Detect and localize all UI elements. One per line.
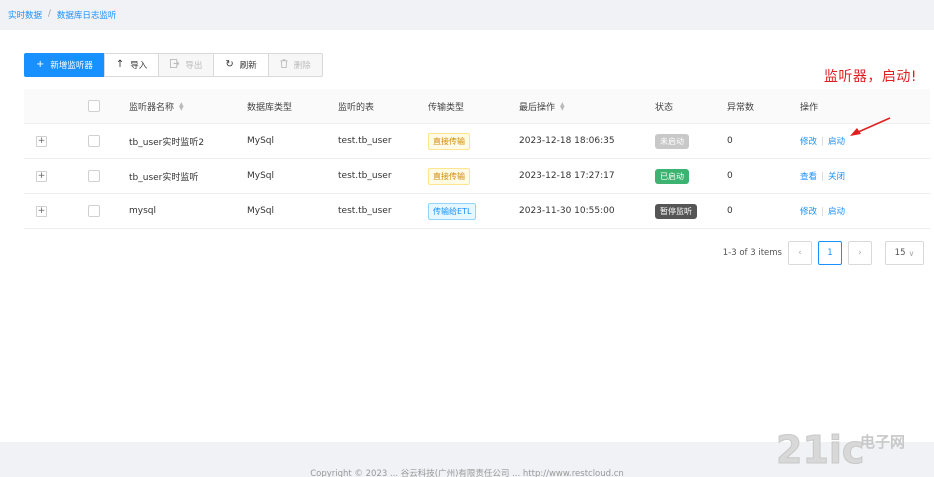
table-name: test.tb_user — [338, 136, 392, 146]
row-actions: 修改 启动 — [800, 205, 845, 217]
expand-row-button[interactable]: + — [36, 135, 47, 147]
chevron-down-icon: ∨ — [908, 248, 915, 258]
watermark-logo: 21ic 电子网 — [776, 428, 924, 473]
listener-name: tb_user实时监听 — [129, 172, 199, 183]
refresh-label: 刷新 — [239, 61, 257, 71]
header-table: 监听的表 — [338, 102, 375, 113]
listener-table: 监听器名称 ▲ ▼ 数据库类型 监听的表 传输类型 最后操作 ▲ ▼ 状态 异常数 操作… — [24, 89, 930, 229]
error-count: 0 — [727, 171, 733, 181]
toolbar: + 新增监听器 ↑ 导入 导出 ↻ 刷新 删除 — [24, 53, 323, 77]
page-number-button[interactable]: 1 — [818, 241, 842, 265]
chevron-right-icon: › — [858, 248, 862, 258]
row-checkbox[interactable] — [88, 205, 100, 217]
action-divider — [822, 206, 824, 216]
edit-link[interactable]: 修改 — [800, 135, 817, 147]
add-listener-label: 新增监听器 — [50, 61, 93, 71]
listener-name: tb_user实时监听2 — [129, 137, 205, 148]
header-last-op[interactable]: 最后操作 ▲ ▼ — [519, 100, 565, 113]
transfer-tag: 传输给ETL — [428, 202, 477, 220]
transfer-tag: 直接传输 — [428, 132, 470, 150]
breadcrumb-root-link[interactable]: 实时数据 — [8, 9, 42, 21]
status-badge: 未启动 — [655, 133, 689, 149]
db-type: MySql — [247, 171, 275, 181]
refresh-icon: ↻ — [225, 59, 234, 70]
annotation-text: 监听器，启动! — [823, 69, 917, 85]
export-label: 导出 — [185, 61, 203, 71]
status-badge: 已启动 — [655, 168, 689, 184]
pagination-summary: 1-3 of 3 items — [722, 248, 782, 258]
expand-row-button[interactable]: + — [36, 170, 47, 182]
header-name[interactable]: 监听器名称 ▲ ▼ — [129, 100, 184, 113]
select-all-checkbox[interactable] — [88, 100, 100, 112]
edit-link[interactable]: 修改 — [800, 205, 817, 217]
listener-name: mysql — [129, 206, 156, 216]
db-type: MySql — [247, 206, 275, 216]
header-errors: 异常数 — [727, 102, 755, 113]
last-op-time: 2023-12-18 18:06:35 — [519, 136, 615, 146]
table-row: + mysql MySql test.tb_user 传输给ETL 2023-1… — [24, 194, 930, 229]
pagination: 1-3 of 3 items ‹ 1 › 15 ∨ — [723, 241, 924, 265]
expand-row-button[interactable]: + — [36, 205, 47, 217]
table-row: + tb_user实时监听2 MySql test.tb_user 直接传输 2… — [24, 124, 930, 159]
action-divider — [822, 171, 824, 181]
error-count: 0 — [727, 136, 733, 146]
row-checkbox[interactable] — [88, 170, 100, 182]
row-actions: 查看 关闭 — [800, 170, 845, 182]
header-transfer: 传输类型 — [428, 102, 465, 113]
page-size-select[interactable]: 15 ∨ — [885, 241, 924, 265]
last-op-time: 2023-11-30 10:55:00 — [519, 206, 615, 216]
page-size-value: 15 — [894, 248, 906, 258]
row-actions: 修改 启动 — [800, 135, 845, 147]
header-ops: 操作 — [800, 102, 819, 113]
export-button[interactable]: 导出 — [158, 53, 215, 77]
delete-label: 删除 — [293, 61, 311, 71]
svg-text:21ic: 21ic — [776, 430, 864, 468]
export-icon — [170, 59, 180, 71]
breadcrumb-separator: / — [48, 9, 51, 19]
add-listener-button[interactable]: + 新增监听器 — [24, 53, 105, 77]
sort-icon[interactable]: ▲ ▼ — [560, 102, 565, 112]
stop-link[interactable]: 关闭 — [828, 170, 845, 182]
last-op-time: 2023-12-18 17:27:17 — [519, 171, 615, 181]
svg-text:电子网: 电子网 — [860, 433, 905, 451]
content-card: + 新增监听器 ↑ 导入 导出 ↻ 刷新 删除 监听器，启动! 监听器名称 ▲ ▼ — [0, 30, 934, 442]
table-name: test.tb_user — [338, 171, 392, 181]
start-link[interactable]: 启动 — [828, 135, 845, 147]
refresh-button[interactable]: ↻ 刷新 — [213, 53, 269, 77]
next-page-button[interactable]: › — [848, 241, 872, 265]
table-name: test.tb_user — [338, 206, 392, 216]
table-row: + tb_user实时监听 MySql test.tb_user 直接传输 20… — [24, 159, 930, 194]
chevron-left-icon: ‹ — [798, 248, 802, 258]
import-label: 导入 — [130, 61, 148, 71]
db-type: MySql — [247, 136, 275, 146]
breadcrumb: 实时数据 / 数据库日志监听 — [8, 9, 116, 21]
header-db-type: 数据库类型 — [247, 102, 293, 113]
prev-page-button[interactable]: ‹ — [788, 241, 812, 265]
header-status: 状态 — [655, 102, 674, 113]
trash-icon — [280, 59, 288, 71]
delete-button[interactable]: 删除 — [267, 53, 323, 77]
table-header: 监听器名称 ▲ ▼ 数据库类型 监听的表 传输类型 最后操作 ▲ ▼ 状态 异常数 操作 — [24, 89, 930, 124]
error-count: 0 — [727, 206, 733, 216]
status-badge: 暂停监听 — [655, 203, 697, 219]
plus-icon: + — [36, 59, 45, 70]
start-link[interactable]: 启动 — [828, 205, 845, 217]
row-checkbox[interactable] — [88, 135, 100, 147]
annotation-arrow — [850, 117, 891, 136]
import-button[interactable]: ↑ 导入 — [103, 53, 160, 77]
action-divider — [822, 136, 824, 146]
arrow-up-icon: ↑ — [115, 59, 125, 70]
breadcrumb-current[interactable]: 数据库日志监听 — [57, 9, 117, 21]
view-link[interactable]: 查看 — [800, 170, 817, 182]
sort-icon[interactable]: ▲ ▼ — [179, 102, 184, 112]
transfer-tag: 直接传输 — [428, 167, 470, 185]
